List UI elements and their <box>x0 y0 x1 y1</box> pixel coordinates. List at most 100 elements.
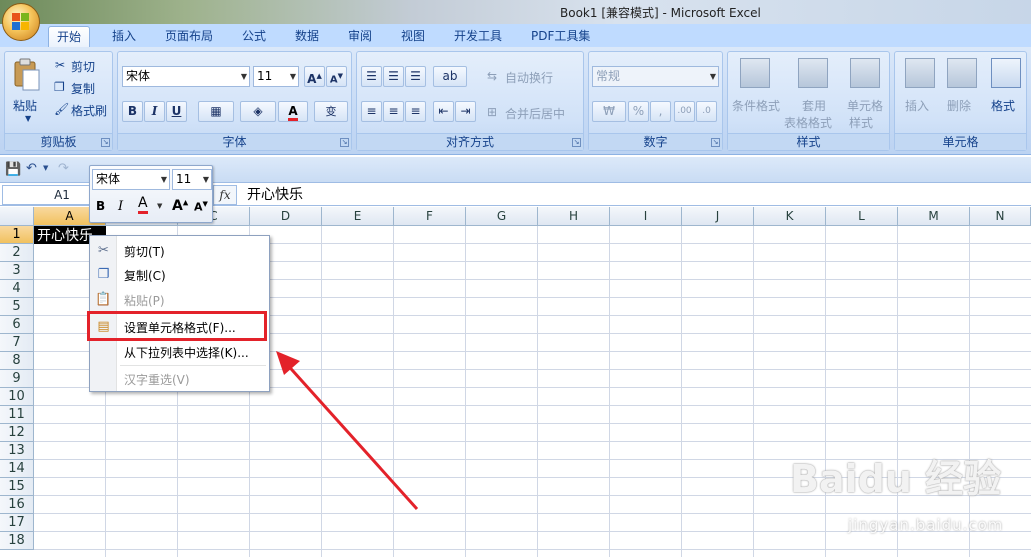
align-left-button[interactable]: ≡ <box>361 101 382 122</box>
menu-item-copy[interactable]: ❐ 复制(C) <box>90 263 269 287</box>
wrap-text-button[interactable]: 自动换行 <box>505 69 553 86</box>
mini-grow-font-button[interactable]: A▲ <box>172 198 188 214</box>
cut-button[interactable]: 剪切 <box>71 58 95 75</box>
align-bottom-button[interactable]: ☰ <box>405 66 426 87</box>
row-header-11[interactable]: 11 <box>0 406 34 424</box>
row-header-10[interactable]: 10 <box>0 388 34 406</box>
column-header-j[interactable]: J <box>682 207 754 226</box>
row-header-8[interactable]: 8 <box>0 352 34 370</box>
format-as-table-label-2[interactable]: 表格格式 <box>784 114 832 131</box>
column-header-f[interactable]: F <box>394 207 466 226</box>
orientation-button[interactable]: ab <box>433 66 467 87</box>
decrease-decimal-button[interactable]: .0 <box>696 101 717 122</box>
tab-developer[interactable]: 开发工具 <box>446 26 510 48</box>
underline-button[interactable]: U <box>166 101 187 122</box>
row-header-15[interactable]: 15 <box>0 478 34 496</box>
borders-button[interactable]: ▦ <box>198 101 234 122</box>
tab-view[interactable]: 视图 <box>393 26 433 48</box>
align-right-button[interactable]: ≡ <box>405 101 426 122</box>
font-color-button[interactable]: A <box>278 101 308 122</box>
menu-item-paste[interactable]: 📋 粘贴(P) <box>90 288 269 312</box>
tab-insert[interactable]: 插入 <box>104 26 144 48</box>
italic-button[interactable]: I <box>144 101 165 122</box>
percent-button[interactable]: % <box>628 101 649 122</box>
mini-font-name-select[interactable]: 宋体 ▼ <box>92 169 170 190</box>
mini-bold-button[interactable]: B <box>96 199 105 213</box>
save-icon[interactable]: 💾 <box>5 162 21 177</box>
shrink-font-button[interactable]: A▼ <box>326 66 347 87</box>
font-name-select[interactable]: 宋体 ▼ <box>122 66 250 87</box>
undo-icon[interactable]: ↶ <box>26 161 37 176</box>
increase-indent-button[interactable]: ⇥ <box>455 101 476 122</box>
row-header-13[interactable]: 13 <box>0 442 34 460</box>
row-header-4[interactable]: 4 <box>0 280 34 298</box>
mini-font-color-button[interactable]: A <box>138 196 148 214</box>
fill-color-button[interactable]: ◈ <box>240 101 276 122</box>
cell-styles-label-1[interactable]: 单元格 <box>847 97 883 114</box>
align-center-button[interactable]: ≡ <box>383 101 404 122</box>
column-header-n[interactable]: N <box>970 207 1031 226</box>
tab-review[interactable]: 审阅 <box>340 26 380 48</box>
formula-input[interactable]: 开心快乐 <box>247 186 303 204</box>
number-launcher-icon[interactable]: ↘ <box>711 138 720 147</box>
row-header-3[interactable]: 3 <box>0 262 34 280</box>
column-header-h[interactable]: H <box>538 207 610 226</box>
row-header-7[interactable]: 7 <box>0 334 34 352</box>
column-header-e[interactable]: E <box>322 207 394 226</box>
row-header-6[interactable]: 6 <box>0 316 34 334</box>
conditional-format-button[interactable]: 条件格式 <box>732 97 780 114</box>
bold-button[interactable]: B <box>122 101 143 122</box>
font-launcher-icon[interactable]: ↘ <box>340 138 349 147</box>
tab-pdf-tools[interactable]: PDF工具集 <box>523 26 598 48</box>
undo-dropdown-icon[interactable]: ▼ <box>43 164 48 172</box>
column-header-l[interactable]: L <box>826 207 898 226</box>
paste-button[interactable]: 粘贴 <box>13 97 37 114</box>
row-header-14[interactable]: 14 <box>0 460 34 478</box>
font-size-select[interactable]: 11 ▼ <box>253 66 299 87</box>
format-painter-button[interactable]: 格式刷 <box>71 102 107 119</box>
increase-decimal-button[interactable]: .00 <box>674 101 695 122</box>
row-header-9[interactable]: 9 <box>0 370 34 388</box>
insert-function-button[interactable]: fx <box>213 185 237 205</box>
row-header-18[interactable]: 18 <box>0 532 34 550</box>
office-button[interactable] <box>2 3 40 41</box>
format-cells-button[interactable]: 格式 <box>991 97 1015 114</box>
chevron-down-icon[interactable]: ▼ <box>157 202 162 210</box>
row-header-2[interactable]: 2 <box>0 244 34 262</box>
menu-item-hanzi-reconvert[interactable]: 汉字重选(V) <box>90 367 269 391</box>
column-header-g[interactable]: G <box>466 207 538 226</box>
mini-shrink-font-button[interactable]: A▼ <box>194 200 208 214</box>
alignment-launcher-icon[interactable]: ↘ <box>572 138 581 147</box>
mini-font-size-select[interactable]: 11 ▼ <box>172 169 212 190</box>
menu-item-pick-from-list[interactable]: 从下拉列表中选择(K)... <box>90 340 269 364</box>
format-as-table-label-1[interactable]: 套用 <box>802 97 826 114</box>
tab-home[interactable]: 开始 <box>48 26 91 49</box>
tab-page-layout[interactable]: 页面布局 <box>157 26 221 48</box>
clipboard-launcher-icon[interactable]: ↘ <box>101 138 110 147</box>
tab-data[interactable]: 数据 <box>287 26 327 48</box>
mini-italic-button[interactable]: I <box>118 199 123 214</box>
column-header-k[interactable]: K <box>754 207 826 226</box>
row-header-1[interactable]: 1 <box>0 226 34 244</box>
phonetic-button[interactable]: 变 <box>314 101 348 122</box>
number-format-select[interactable]: 常规 ▼ <box>592 66 719 87</box>
align-middle-button[interactable]: ☰ <box>383 66 404 87</box>
column-header-m[interactable]: M <box>898 207 970 226</box>
copy-button[interactable]: 复制 <box>71 80 95 97</box>
row-header-5[interactable]: 5 <box>0 298 34 316</box>
paste-dropdown-icon[interactable]: ▼ <box>25 114 31 123</box>
insert-cells-button[interactable]: 插入 <box>905 97 929 114</box>
menu-item-cut[interactable]: ✂ 剪切(T) <box>90 239 269 263</box>
redo-icon[interactable]: ↷ <box>58 161 69 176</box>
grow-font-button[interactable]: A▲ <box>304 66 325 87</box>
tab-formulas[interactable]: 公式 <box>234 26 274 48</box>
currency-button[interactable]: ₩ <box>592 101 626 122</box>
delete-cells-button[interactable]: 删除 <box>947 97 971 114</box>
comma-button[interactable]: , <box>650 101 671 122</box>
align-top-button[interactable]: ☰ <box>361 66 382 87</box>
row-header-17[interactable]: 17 <box>0 514 34 532</box>
row-header-12[interactable]: 12 <box>0 424 34 442</box>
merge-center-button[interactable]: 合并后居中 <box>505 105 565 122</box>
decrease-indent-button[interactable]: ⇤ <box>433 101 454 122</box>
column-header-d[interactable]: D <box>250 207 322 226</box>
